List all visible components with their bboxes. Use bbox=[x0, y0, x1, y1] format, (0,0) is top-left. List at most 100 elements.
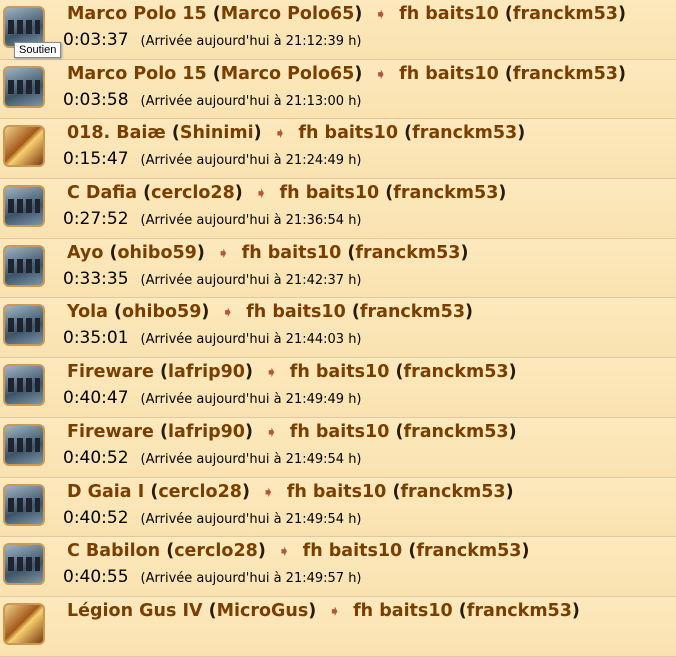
attack-icon[interactable] bbox=[3, 125, 45, 168]
duration: 0:15:47 bbox=[63, 149, 129, 170]
support-icon[interactable] bbox=[3, 304, 45, 347]
target-player[interactable]: franckm53 bbox=[416, 541, 521, 561]
target-player[interactable]: franckm53 bbox=[403, 422, 508, 442]
movement-row[interactable]: C Babilon (cerclo28) ➧ fh baits10 (franc… bbox=[0, 537, 676, 597]
duration: 0:03:37 bbox=[63, 30, 129, 50]
origin-player[interactable]: ohibo59 bbox=[117, 243, 196, 263]
origin-town[interactable]: Légion Gus IV bbox=[67, 601, 203, 621]
origin-player[interactable]: lafrip90 bbox=[168, 362, 245, 382]
origin-town[interactable]: Fireware bbox=[67, 362, 154, 382]
target-player[interactable]: franckm53 bbox=[360, 302, 465, 322]
origin-player[interactable]: MicroGus bbox=[217, 601, 309, 621]
origin-player[interactable]: lafrip90 bbox=[168, 422, 245, 442]
target-town[interactable]: fh baits10 bbox=[280, 183, 380, 203]
duration: 0:40:47 bbox=[63, 388, 129, 409]
origin-player[interactable]: ohibo59 bbox=[122, 302, 201, 322]
arrow-right-icon: ➧ bbox=[328, 601, 341, 620]
movement-row[interactable]: Légion Gus IV (MicroGus) ➧ fh baits10 (f… bbox=[0, 596, 676, 657]
arrow-right-icon: ➧ bbox=[221, 303, 235, 322]
movement-row[interactable]: Yola (ohibo59) ➧ fh baits10 (franckm53) … bbox=[0, 298, 676, 359]
movement-row[interactable]: C Dafia (cerclo28) ➧ fh baits10 (franckm… bbox=[0, 179, 676, 239]
origin-town[interactable]: D Gaia I bbox=[67, 482, 144, 502]
movement-title: Fireware (lafrip90) ➧ fh baits10 (franck… bbox=[67, 421, 517, 442]
duration: 0:03:58 bbox=[63, 89, 129, 110]
origin-player[interactable]: cerclo28 bbox=[158, 482, 242, 502]
target-town[interactable]: fh baits10 bbox=[287, 482, 387, 502]
arrival-time: (Arrivée aujourd'hui à 21:49:54 h) bbox=[140, 451, 362, 467]
origin-player[interactable]: cerclo28 bbox=[174, 541, 258, 561]
target-player[interactable]: franckm53 bbox=[393, 183, 498, 203]
arrival-time: (Arrivée aujourd'hui à 21:49:57 h) bbox=[140, 571, 362, 587]
target-player[interactable]: franckm53 bbox=[513, 4, 618, 24]
arrow-right-icon: ➧ bbox=[374, 5, 388, 23]
attack-icon[interactable] bbox=[3, 602, 45, 645]
origin-player[interactable]: Marco Polo65 bbox=[221, 4, 355, 24]
origin-player[interactable]: cerclo28 bbox=[151, 183, 235, 203]
movement-title: 018. Baiæ (Shinimi) ➧ fh baits10 (franck… bbox=[67, 123, 526, 144]
origin-town[interactable]: Ayo bbox=[67, 243, 103, 263]
target-town[interactable]: fh baits10 bbox=[399, 4, 499, 24]
target-town[interactable]: fh baits10 bbox=[290, 422, 390, 442]
target-town[interactable]: fh baits10 bbox=[290, 362, 390, 382]
arrival-time: (Arrivée aujourd'hui à 21:24:49 h) bbox=[140, 153, 362, 169]
target-player[interactable]: franckm53 bbox=[355, 243, 460, 263]
origin-town[interactable]: Marco Polo 15 bbox=[67, 4, 207, 24]
origin-town[interactable]: C Dafia bbox=[67, 183, 137, 203]
support-icon[interactable] bbox=[3, 244, 45, 287]
target-player[interactable]: franckm53 bbox=[400, 482, 505, 502]
origin-town[interactable]: 018. Baiæ bbox=[67, 123, 166, 143]
origin-player[interactable]: Marco Polo65 bbox=[221, 64, 355, 84]
arrow-right-icon: ➧ bbox=[265, 363, 278, 382]
movement-title: Légion Gus IV (MicroGus) ➧ fh baits10 (f… bbox=[67, 600, 580, 621]
target-town[interactable]: fh baits10 bbox=[242, 243, 342, 263]
duration: 0:33:35 bbox=[63, 268, 129, 289]
tooltip: Soutien bbox=[14, 42, 62, 58]
duration: 0:40:52 bbox=[63, 507, 129, 528]
origin-town[interactable]: Marco Polo 15 bbox=[67, 64, 207, 84]
target-player[interactable]: franckm53 bbox=[412, 123, 517, 143]
movement-row[interactable]: Marco Polo 15 (Marco Polo65) ➧ fh baits1… bbox=[0, 59, 676, 120]
arrival-time: (Arrivée aujourd'hui à 21:12:39 h) bbox=[140, 34, 362, 49]
movement-row[interactable]: Fireware (lafrip90) ➧ fh baits10 (franck… bbox=[0, 417, 676, 478]
movement-row[interactable]: Marco Polo 15 (Marco Polo65) ➧ fh baits1… bbox=[0, 0, 676, 60]
target-town[interactable]: fh baits10 bbox=[298, 123, 398, 143]
arrival-time: (Arrivée aujourd'hui à 21:42:37 h) bbox=[140, 272, 362, 288]
target-player[interactable]: franckm53 bbox=[513, 64, 618, 84]
support-icon[interactable] bbox=[3, 483, 45, 526]
duration: 0:40:52 bbox=[63, 447, 129, 468]
arrow-right-icon: ➧ bbox=[277, 542, 291, 561]
target-town[interactable]: fh baits10 bbox=[399, 64, 499, 84]
movement-title: Yola (ohibo59) ➧ fh baits10 (franckm53) bbox=[67, 302, 474, 323]
movement-row[interactable]: Fireware (lafrip90) ➧ fh baits10 (franck… bbox=[0, 358, 676, 418]
movement-title: D Gaia I (cerclo28) ➧ fh baits10 (franck… bbox=[67, 481, 514, 502]
target-town[interactable]: fh baits10 bbox=[303, 541, 403, 561]
origin-player[interactable]: Shinimi bbox=[180, 123, 254, 143]
movement-title: C Babilon (cerclo28) ➧ fh baits10 (franc… bbox=[67, 541, 530, 562]
origin-town[interactable]: Yola bbox=[67, 302, 108, 322]
arrow-right-icon: ➧ bbox=[262, 482, 275, 501]
support-icon[interactable] bbox=[3, 65, 45, 108]
movement-row[interactable]: Ayo (ohibo59) ➧ fh baits10 (franckm53) 0… bbox=[0, 238, 676, 299]
support-icon[interactable] bbox=[3, 364, 45, 407]
support-icon[interactable] bbox=[3, 185, 45, 228]
support-icon[interactable] bbox=[3, 423, 45, 466]
target-town[interactable]: fh baits10 bbox=[246, 302, 346, 322]
movement-title: Marco Polo 15 (Marco Polo65) ➧ fh baits1… bbox=[67, 4, 626, 24]
arrival-time: (Arrivée aujourd'hui à 21:49:54 h) bbox=[140, 511, 362, 527]
arrow-right-icon: ➧ bbox=[216, 243, 230, 262]
arrival-time: (Arrivée aujourd'hui à 21:44:03 h) bbox=[140, 332, 362, 348]
target-player[interactable]: franckm53 bbox=[403, 362, 508, 382]
target-player[interactable]: franckm53 bbox=[467, 601, 572, 621]
target-town[interactable]: fh baits10 bbox=[353, 601, 453, 621]
arrival-time: (Arrivée aujourd'hui à 21:36:54 h) bbox=[140, 213, 362, 229]
origin-town[interactable]: C Babilon bbox=[67, 541, 160, 561]
movement-title: C Dafia (cerclo28) ➧ fh baits10 (franckm… bbox=[67, 183, 507, 204]
movement-row[interactable]: 018. Baiæ (Shinimi) ➧ fh baits10 (franck… bbox=[0, 119, 676, 180]
origin-town[interactable]: Fireware bbox=[67, 422, 154, 442]
arrival-time: (Arrivée aujourd'hui à 21:13:00 h) bbox=[140, 93, 362, 109]
movement-row[interactable]: D Gaia I (cerclo28) ➧ fh baits10 (franck… bbox=[0, 477, 676, 538]
movement-list: Marco Polo 15 (Marco Polo65) ➧ fh baits1… bbox=[0, 0, 676, 657]
support-icon[interactable] bbox=[3, 543, 45, 586]
arrow-right-icon: ➧ bbox=[254, 184, 268, 203]
arrow-right-icon: ➧ bbox=[374, 64, 388, 83]
